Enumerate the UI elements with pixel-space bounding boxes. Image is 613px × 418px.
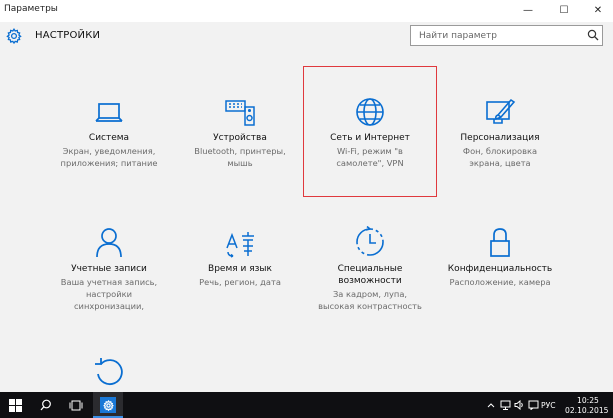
tile-desc-line: Ваша учетная запись, <box>60 277 158 287</box>
tile-label: Специальные <box>337 264 403 274</box>
tile-label: возможности <box>338 276 402 286</box>
notification-icon <box>528 400 538 410</box>
tile-desc-line: мышь <box>227 158 253 168</box>
tile-network[interactable]: Сеть и Интернет Wi-Fi, режим "в самолете… <box>305 96 435 191</box>
network-tray-button[interactable] <box>498 392 512 418</box>
update-icon <box>95 358 123 385</box>
tile-desc-line: Речь, регион, дата <box>199 277 281 287</box>
tile-desc-line: высокая контрастность <box>318 301 422 311</box>
tile-desc-line: Экран, уведомления, <box>62 146 156 156</box>
close-button[interactable]: ✕ <box>583 0 613 20</box>
taskbar: РУС 10:25 02.10.2015 <box>0 392 613 418</box>
tile-desc-line: Bluetooth, принтеры, <box>194 146 286 156</box>
globe-icon <box>356 98 384 126</box>
tile-label: Сеть и Интернет <box>330 133 410 143</box>
taskbar-search-button[interactable] <box>31 392 61 418</box>
search-box[interactable] <box>410 25 603 46</box>
minimize-button[interactable]: — <box>513 0 543 20</box>
network-icon <box>500 400 510 410</box>
time-language-icon <box>226 232 254 258</box>
devices-icon <box>225 100 255 126</box>
tile-label: Устройства <box>213 133 267 143</box>
search-icon <box>40 399 51 411</box>
tile-label: Время и язык <box>208 264 272 274</box>
tile-label: Учетные записи <box>71 264 147 274</box>
clock-time[interactable]: 10:25 <box>577 396 599 405</box>
accessibility-icon <box>356 226 384 256</box>
task-view-icon <box>69 400 83 410</box>
taskbar-app-settings[interactable] <box>93 392 123 418</box>
language-indicator[interactable]: РУС <box>541 401 556 410</box>
page-title: НАСТРОЙКИ <box>35 30 101 41</box>
windows-logo-icon <box>8 398 22 412</box>
tile-desc-line: приложения; питание <box>60 158 158 168</box>
tile-desc-line: самолете", VPN <box>336 158 404 168</box>
search-icon[interactable] <box>587 29 599 41</box>
task-view-button[interactable] <box>61 392 91 418</box>
tile-label: Система <box>88 133 130 143</box>
tile-update[interactable] <box>44 356 174 388</box>
personalization-icon <box>486 98 516 124</box>
volume-tray-button[interactable] <box>512 392 526 418</box>
person-icon <box>96 228 122 258</box>
tile-desc-line: экрана, цвета <box>469 158 531 168</box>
tile-desc-line: Wi-Fi, режим "в <box>337 146 403 156</box>
tile-label: Персонализация <box>460 133 540 143</box>
search-input[interactable] <box>411 26 581 45</box>
tile-time-language[interactable]: Время и язык Речь, регион, дата <box>175 226 305 321</box>
tile-desc-line: настройки <box>85 289 133 299</box>
tile-desc-line: Фон, блокировка <box>462 146 538 156</box>
gear-icon <box>102 399 114 411</box>
start-button[interactable] <box>0 392 30 418</box>
maximize-button[interactable]: ☐ <box>549 0 579 20</box>
volume-icon <box>514 400 523 410</box>
laptop-icon <box>95 103 123 122</box>
tile-desc-line: синхронизации, <box>73 301 144 311</box>
tile-devices[interactable]: Устройства Bluetooth, принтеры, мышь <box>175 96 305 191</box>
tile-desc-line: Расположение, камера <box>449 277 551 287</box>
notifications-tray-button[interactable] <box>526 392 540 418</box>
tile-system[interactable]: Система Экран, уведомления, приложения; … <box>44 96 174 191</box>
tile-label: Конфиденциальность <box>447 264 553 274</box>
tile-accounts[interactable]: Учетные записи Ваша учетная запись, наст… <box>44 226 174 321</box>
gear-icon <box>6 28 22 44</box>
title-bar: Параметры — ☐ ✕ <box>0 0 613 22</box>
window-title: Параметры <box>4 4 58 14</box>
tile-accessibility[interactable]: Специальные возможности За кадром, лупа,… <box>305 226 435 321</box>
tile-desc-line: За кадром, лупа, <box>332 289 408 299</box>
show-hidden-icons-button[interactable] <box>484 392 498 418</box>
clock-date[interactable]: 02.10.2015 <box>565 406 608 415</box>
tile-privacy[interactable]: Конфиденциальность Расположение, камера <box>435 226 565 321</box>
tile-personalization[interactable]: Персонализация Фон, блокировка экрана, ц… <box>435 96 565 191</box>
lock-icon <box>490 228 510 257</box>
app-icon-tile <box>100 397 116 413</box>
chevron-up-icon <box>487 403 495 408</box>
